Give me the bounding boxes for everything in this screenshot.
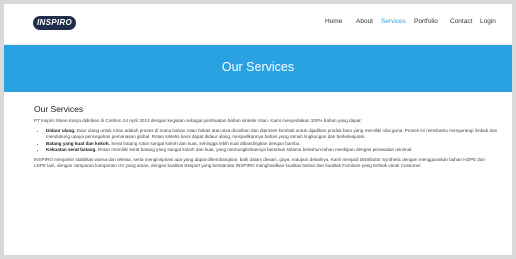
nav-link-contact[interactable]: Contact (450, 18, 472, 25)
nav-link-portfolio[interactable]: Portfolio (414, 18, 438, 25)
nav-link-home[interactable]: Home (325, 18, 342, 25)
banner-title: Our Services (221, 60, 295, 74)
feature-title: Didaur ulang. (46, 128, 76, 134)
nav-link-login[interactable]: Login (480, 18, 496, 25)
feature-text: Rotan memiliki serat batang yang sangat … (96, 146, 413, 152)
section-heading: Our Services (34, 104, 84, 114)
feature-title: Batang yang kuat dan kokoh. (46, 140, 110, 146)
nav-link-about[interactable]: About (356, 18, 373, 25)
nav-link-services[interactable]: Services (381, 18, 406, 25)
site-header: INSPIRO Home About Services Portfolio Co… (4, 4, 512, 45)
main-nav: Home About Services Portfolio Contact Lo… (4, 18, 512, 30)
feature-item: Kekuatan serat batang. Rotan memiliki se… (46, 147, 498, 153)
closing-paragraph: INSPIRO menjamin stabilitas warna dan te… (34, 157, 485, 169)
feature-text: Serat batang rotan sangat kokoh dan kuat… (109, 140, 301, 146)
intro-paragraph: PT Inspiro Mane Karya didirikan di Cireb… (34, 118, 362, 123)
page-banner: Our Services (4, 45, 512, 92)
feature-text: Daur ulang untuk rotan adalah proses di … (46, 128, 498, 140)
page: INSPIRO Home About Services Portfolio Co… (4, 4, 512, 255)
services-content: Our Services PT Inspiro Mane Karya didir… (34, 104, 498, 169)
feature-item: Didaur ulang. Daur ulang untuk rotan ada… (46, 128, 498, 140)
feature-list: Didaur ulang. Daur ulang untuk rotan ada… (34, 128, 498, 153)
feature-title: Kekuatan serat batang. (46, 146, 97, 152)
